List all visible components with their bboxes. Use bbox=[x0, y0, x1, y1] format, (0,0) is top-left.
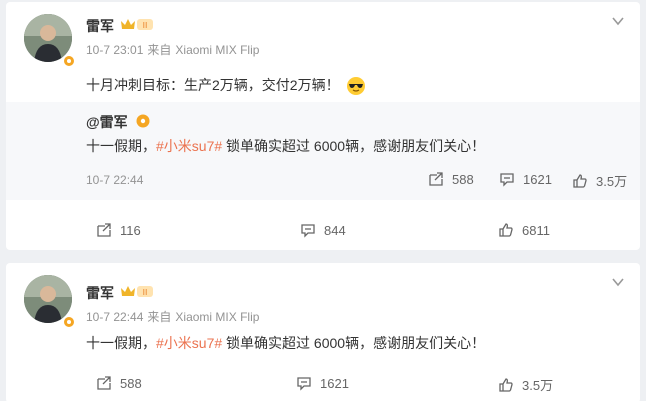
comment-button[interactable]: 844 bbox=[300, 222, 346, 238]
comment-count: 844 bbox=[324, 222, 346, 238]
topic-link[interactable]: #小米su7# bbox=[156, 138, 222, 154]
vip-crown-icon[interactable]: II bbox=[120, 16, 154, 32]
quoted-author[interactable]: @雷军 bbox=[86, 112, 128, 132]
verified-badge-icon bbox=[62, 54, 76, 68]
quoted-text-after: 锁单确实超过 6000辆，感谢朋友们关心！ bbox=[222, 138, 486, 154]
vip-crown-icon[interactable]: II bbox=[120, 283, 154, 299]
like-count: 3.5万 bbox=[596, 174, 628, 189]
quoted-text-before: 十一假期， bbox=[86, 138, 156, 154]
source-device: Xiaomi MIX Flip bbox=[175, 310, 260, 324]
repost-button[interactable]: 588 bbox=[96, 375, 142, 391]
repost-icon bbox=[97, 376, 111, 390]
comment-count: 1621 bbox=[320, 375, 349, 391]
post-text-before: 十一假期， bbox=[86, 335, 156, 351]
feed-card: 雷军 II 10-7 23:01 来自 Xiaomi MIX Flip 十月冲刺目标… bbox=[6, 2, 640, 250]
repost-button[interactable]: 116 bbox=[96, 222, 141, 238]
sunglasses-emoji-icon bbox=[346, 77, 365, 96]
like-button[interactable]: 3.5万 bbox=[572, 171, 627, 190]
post-time[interactable]: 10-7 23:01 bbox=[86, 43, 143, 57]
repost-count: 116 bbox=[120, 222, 141, 238]
chevron-down-icon[interactable] bbox=[611, 275, 625, 289]
verified-badge-icon bbox=[136, 114, 150, 128]
like-count: 6811 bbox=[522, 222, 550, 238]
source-prefix: 来自 bbox=[147, 310, 172, 324]
repost-icon bbox=[97, 223, 111, 237]
chevron-down-icon[interactable] bbox=[611, 14, 625, 28]
feed-card: 雷军 II 10-7 22:44 来自 Xiaomi MIX Flip 十一假期，#… bbox=[6, 263, 640, 401]
quoted-text: 十一假期，#小米su7# 锁单确实超过 6000辆，感谢朋友们关心！ bbox=[86, 136, 485, 156]
post-meta: 10-7 22:44 来自 Xiaomi MIX Flip bbox=[86, 308, 263, 325]
verified-badge-icon bbox=[62, 315, 76, 329]
post-text-after: 锁单确实超过 6000辆，感谢朋友们关心！ bbox=[222, 335, 486, 351]
post-time[interactable]: 10-7 22:44 bbox=[86, 310, 143, 324]
repost-icon bbox=[429, 172, 443, 186]
quoted-post[interactable]: @雷军 十一假期，#小米su7# 锁单确实超过 6000辆，感谢朋友们关心！ 1… bbox=[6, 102, 640, 200]
comment-button[interactable]: 1621 bbox=[296, 375, 349, 391]
source-device: Xiaomi MIX Flip bbox=[175, 43, 260, 57]
thumbs-up-icon bbox=[573, 173, 587, 188]
repost-count: 588 bbox=[452, 171, 474, 187]
like-count: 3.5万 bbox=[522, 378, 554, 393]
comment-icon bbox=[301, 224, 315, 238]
post-text-content: 十月冲刺目标：生产2万辆，交付2万辆！ bbox=[86, 77, 340, 93]
post-text: 十一假期，#小米su7# 锁单确实超过 6000辆，感谢朋友们关心！ bbox=[86, 333, 485, 353]
author-name[interactable]: 雷军 bbox=[86, 16, 114, 36]
source-prefix: 来自 bbox=[147, 43, 172, 57]
comment-icon bbox=[297, 377, 311, 391]
thumbs-up-icon bbox=[499, 377, 513, 392]
svg-text:II: II bbox=[143, 288, 148, 297]
post-meta: 10-7 23:01 来自 Xiaomi MIX Flip bbox=[86, 41, 263, 58]
author-name[interactable]: 雷军 bbox=[86, 283, 114, 303]
comment-button[interactable]: 1621 bbox=[499, 171, 552, 187]
topic-link[interactable]: #小米su7# bbox=[156, 335, 222, 351]
post-text: 十月冲刺目标：生产2万辆，交付2万辆！ bbox=[86, 75, 366, 96]
like-button[interactable]: 6811 bbox=[498, 222, 550, 238]
like-button[interactable]: 3.5万 bbox=[498, 375, 553, 394]
comment-icon bbox=[500, 173, 514, 187]
svg-text:II: II bbox=[143, 21, 148, 30]
repost-count: 588 bbox=[120, 375, 142, 391]
repost-button[interactable]: 588 bbox=[428, 171, 474, 187]
quoted-time[interactable]: 10-7 22:44 bbox=[86, 173, 143, 187]
comment-count: 1621 bbox=[523, 171, 552, 187]
thumbs-up-icon bbox=[499, 223, 513, 237]
